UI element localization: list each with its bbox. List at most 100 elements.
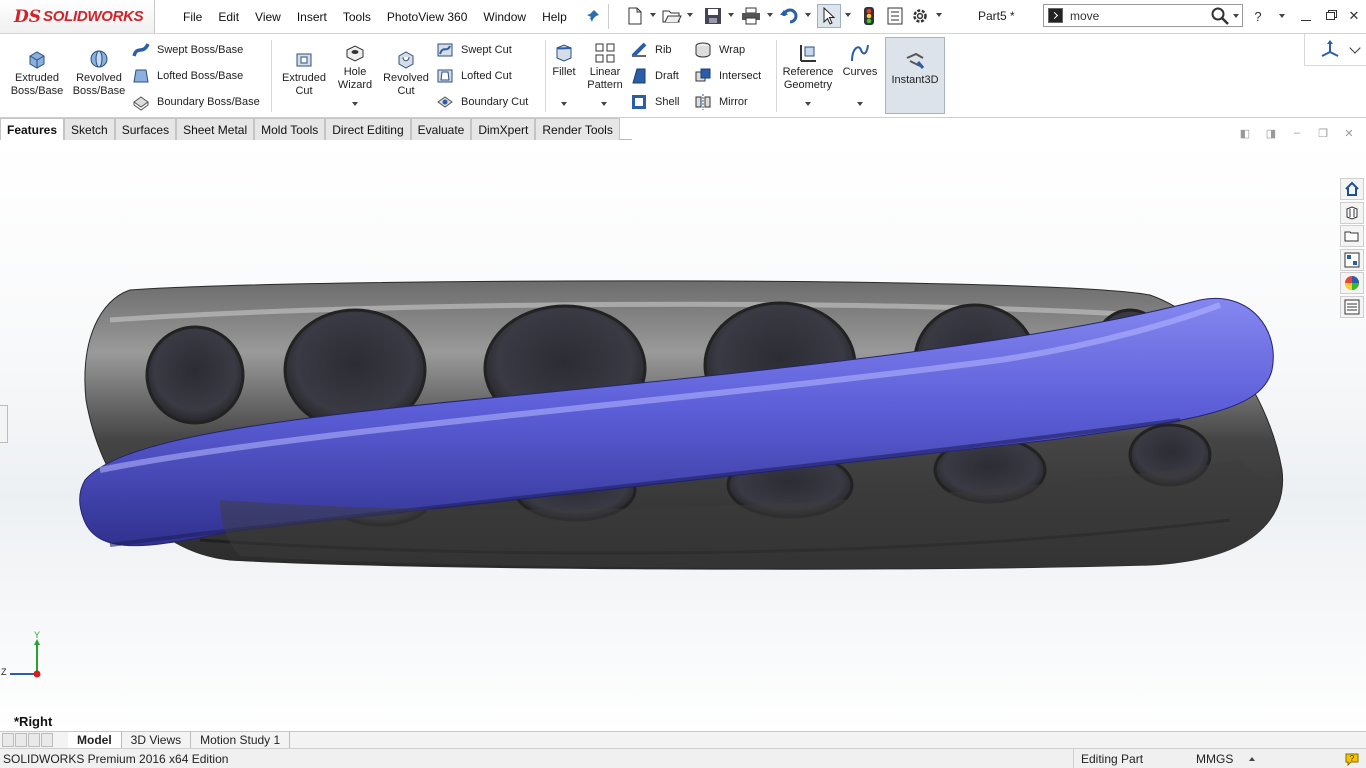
view-orientation-icon[interactable]	[1319, 39, 1341, 62]
reference-geometry-dropdown-arrow-icon[interactable]	[805, 102, 811, 106]
menu-view[interactable]: View	[247, 10, 289, 24]
revolved-boss-base-button[interactable]: Revolved Boss/Base	[68, 48, 130, 98]
scroll-first-icon[interactable]	[2, 733, 14, 747]
menu-help[interactable]: Help	[534, 10, 575, 24]
search-input[interactable]	[1070, 7, 1210, 24]
command-manager-ribbon: Extruded Boss/Base Revolved Boss/Base Sw…	[0, 34, 1366, 118]
rebuild-traffic-light-icon[interactable]	[858, 5, 880, 27]
save-icon[interactable]	[702, 5, 724, 27]
viewport-restore-icon[interactable]: ❐	[1310, 124, 1336, 142]
mirror-button[interactable]: Mirror	[694, 93, 748, 111]
tab-evaluate[interactable]: Evaluate	[410, 118, 472, 140]
linear-pattern-dropdown-arrow-icon[interactable]	[601, 102, 607, 106]
close-icon[interactable]: ✕	[1342, 0, 1366, 32]
tab-surfaces[interactable]: Surfaces	[114, 118, 177, 140]
viewport-tile-right-icon[interactable]: ◨	[1258, 124, 1284, 142]
solidworks-resources-home-icon[interactable]	[1340, 178, 1364, 200]
appearances-scenes-icon[interactable]	[1340, 272, 1364, 294]
fillet-dropdown-arrow-icon[interactable]	[561, 102, 567, 106]
tab-3d-views[interactable]: 3D Views	[122, 732, 192, 749]
undo-icon[interactable]	[778, 5, 800, 27]
viewport-close-icon[interactable]: ✕	[1336, 124, 1362, 142]
unit-system-selector[interactable]: MMGS	[1196, 752, 1233, 766]
rib-button[interactable]: Rib	[630, 41, 672, 59]
feature-manager-collapse-handle[interactable]	[0, 405, 8, 443]
hole-wizard-dropdown-arrow-icon[interactable]	[352, 102, 358, 106]
help-icon[interactable]: ?	[1246, 0, 1270, 32]
curves-dropdown-arrow-icon[interactable]	[857, 102, 863, 106]
tab-motion-study-1[interactable]: Motion Study 1	[191, 732, 291, 749]
menu-tools[interactable]: Tools	[335, 10, 379, 24]
save-dropdown-arrow-icon[interactable]	[728, 13, 734, 17]
menu-insert[interactable]: Insert	[289, 10, 335, 24]
curves-button[interactable]: Curves	[840, 42, 880, 79]
options-dropdown-arrow-icon[interactable]	[936, 13, 942, 17]
tab-model[interactable]: Model	[68, 732, 122, 749]
design-library-icon[interactable]	[1340, 201, 1364, 224]
pin-menu-icon[interactable]	[582, 5, 604, 27]
tab-mold-tools[interactable]: Mold Tools	[254, 118, 326, 140]
intersect-button[interactable]: Intersect	[694, 67, 761, 85]
tab-sheet-metal[interactable]: Sheet Metal	[176, 118, 255, 140]
scroll-last-icon[interactable]	[41, 733, 53, 747]
search-magnifier-icon[interactable]	[1211, 7, 1229, 28]
graphics-area[interactable]: Y Z	[0, 140, 1366, 732]
new-document-icon[interactable]	[624, 5, 646, 27]
help-dropdown-arrow-icon[interactable]	[1270, 0, 1294, 32]
boundary-boss-base-button[interactable]: Boundary Boss/Base	[132, 93, 260, 111]
wrap-button[interactable]: Wrap	[694, 41, 745, 59]
minimize-icon[interactable]	[1294, 0, 1318, 32]
boundary-cut-button[interactable]: Boundary Cut	[436, 93, 528, 111]
select-dropdown-arrow-icon[interactable]	[845, 13, 851, 17]
search-dropdown-arrow-icon[interactable]	[1233, 14, 1239, 18]
viewport-tile-left-icon[interactable]: ◧	[1232, 124, 1258, 142]
extruded-boss-base-button[interactable]: Extruded Boss/Base	[6, 48, 68, 98]
model-view[interactable]	[0, 140, 1366, 732]
linear-pattern-button[interactable]: Linear Pattern	[584, 42, 626, 92]
options-gear-icon[interactable]	[909, 5, 931, 27]
tab-direct-editing[interactable]: Direct Editing	[325, 118, 411, 140]
new-dropdown-arrow-icon[interactable]	[650, 13, 656, 17]
view-palette-icon[interactable]	[1340, 248, 1364, 271]
tab-features[interactable]: Features	[0, 118, 65, 140]
open-document-icon[interactable]	[661, 5, 683, 27]
swept-cut-button[interactable]: Swept Cut	[436, 41, 512, 59]
open-dropdown-arrow-icon[interactable]	[687, 13, 693, 17]
undo-dropdown-arrow-icon[interactable]	[805, 13, 811, 17]
tab-dimxpert[interactable]: DimXpert	[471, 118, 536, 140]
menu-photoview[interactable]: PhotoView 360	[379, 10, 476, 24]
draft-button[interactable]: Draft	[630, 67, 679, 85]
hole-wizard-label-1: Hole	[343, 66, 367, 78]
fillet-button[interactable]: Fillet	[548, 42, 580, 79]
menu-file[interactable]: File	[175, 10, 210, 24]
revolved-cut-button[interactable]: Revolved Cut	[380, 48, 432, 98]
tab-render-tools[interactable]: Render Tools	[535, 118, 620, 140]
lofted-cut-button[interactable]: Lofted Cut	[436, 67, 512, 85]
scroll-prev-icon[interactable]	[15, 733, 27, 747]
print-dropdown-arrow-icon[interactable]	[767, 13, 773, 17]
reference-geometry-button[interactable]: Reference Geometry	[780, 42, 836, 92]
menu-edit[interactable]: Edit	[210, 10, 247, 24]
lofted-boss-base-button[interactable]: Lofted Boss/Base	[132, 67, 243, 85]
custom-properties-icon[interactable]	[1340, 295, 1364, 318]
select-pointer-icon[interactable]	[817, 4, 841, 28]
menu-window[interactable]: Window	[475, 10, 534, 24]
tab-sketch[interactable]: Sketch	[64, 118, 115, 140]
file-explorer-icon[interactable]	[1340, 225, 1364, 247]
viewport-minimize-icon[interactable]: –	[1284, 124, 1310, 142]
scroll-next-icon[interactable]	[28, 733, 40, 747]
instant3d-button[interactable]: Instant3D	[885, 37, 945, 114]
command-search-icon[interactable]	[1048, 8, 1063, 23]
swept-boss-base-button[interactable]: Swept Boss/Base	[132, 41, 243, 59]
search-commands-box[interactable]	[1043, 4, 1243, 27]
print-icon[interactable]	[740, 5, 762, 27]
quick-tips-icon[interactable]: ?	[1344, 751, 1360, 767]
hole-wizard-button[interactable]: Hole Wizard	[332, 42, 378, 92]
solidworks-logo[interactable]: DS SOLIDWORKS	[0, 0, 155, 33]
shell-button[interactable]: Shell	[630, 93, 679, 111]
unit-system-arrow-icon[interactable]	[1249, 757, 1255, 761]
extruded-cut-button[interactable]: Extruded Cut	[276, 48, 332, 98]
collapse-chevron-icon[interactable]	[1349, 42, 1361, 54]
restore-icon[interactable]	[1318, 0, 1342, 32]
file-properties-icon[interactable]	[884, 5, 906, 27]
